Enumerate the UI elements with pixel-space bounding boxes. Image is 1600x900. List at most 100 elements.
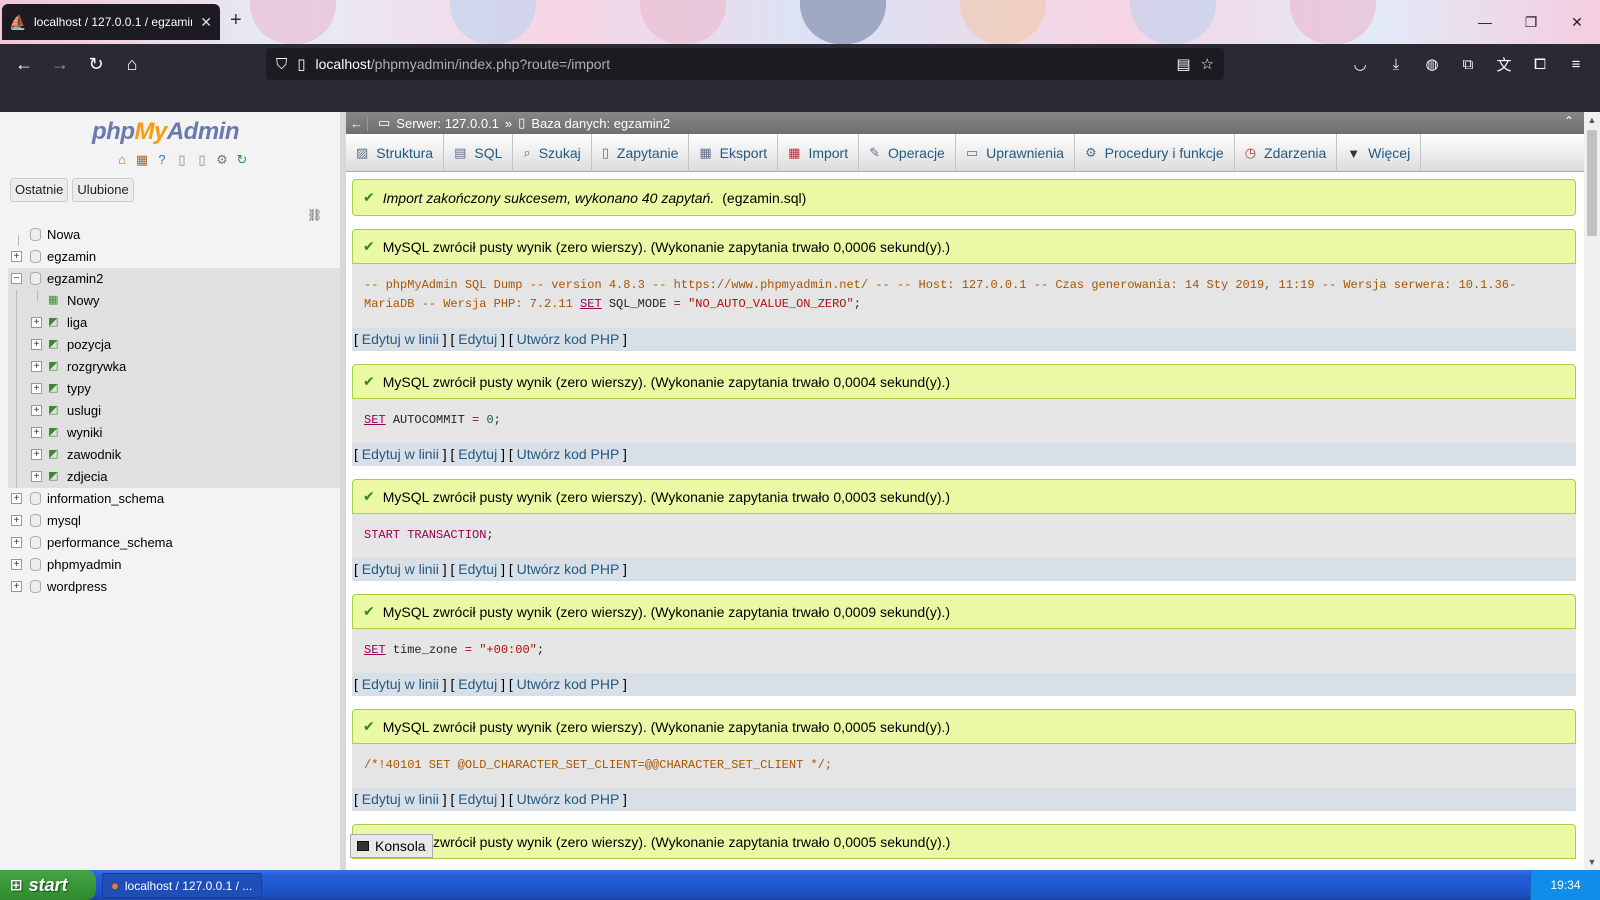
help-icon[interactable]: ? <box>154 152 170 168</box>
tree-label[interactable]: zdjecia <box>67 466 107 488</box>
expand-icon[interactable]: + <box>31 339 42 350</box>
bookmark-star-icon[interactable]: ☆ <box>1201 55 1214 73</box>
edit-inline-link[interactable]: Edytuj w linii <box>362 791 439 807</box>
expand-icon[interactable]: + <box>11 515 22 526</box>
tree-item-new-table[interactable]: ▦ Nowy <box>8 290 340 312</box>
expand-icon[interactable]: + <box>11 581 22 592</box>
create-php-code-link[interactable]: Utwórz kod PHP <box>517 791 619 807</box>
scroll-down-icon[interactable]: ▼ <box>1584 854 1600 870</box>
tab-uprawnienia[interactable]: ▭ Uprawnienia <box>956 134 1075 172</box>
home-icon[interactable]: ⌂ <box>114 152 130 168</box>
edit-inline-link[interactable]: Edytuj w linii <box>362 676 439 692</box>
tree-label[interactable]: phpmyadmin <box>47 554 121 576</box>
tree-label[interactable]: rozgrywka <box>67 356 126 378</box>
tree-label[interactable]: zawodnik <box>67 444 121 466</box>
tree-label[interactable]: mysql <box>47 510 81 532</box>
account-avatar-icon[interactable]: ◍ <box>1414 48 1450 80</box>
tab-struktura[interactable]: ▨ Struktura <box>346 134 445 172</box>
breadcrumb-server[interactable]: Serwer: 127.0.0.1 <box>396 116 499 131</box>
pocket-icon[interactable]: ◡ <box>1342 48 1378 80</box>
tree-item-new-db[interactable]: Nowa <box>8 224 340 246</box>
tab-wiecej[interactable]: ▼ Więcej <box>1337 134 1422 172</box>
url-text[interactable]: localhost/phpmyadmin/index.php?route=/im… <box>316 56 1167 72</box>
tree-item-table[interactable]: + ◩ zawodnik <box>8 444 340 466</box>
tree-label[interactable]: egzamin <box>47 246 96 268</box>
url-bar[interactable]: ⛉ ▯ localhost/phpmyadmin/index.php?route… <box>266 48 1224 80</box>
docs-copy-icon[interactable]: ▯ <box>194 152 210 168</box>
create-php-code-link[interactable]: Utwórz kod PHP <box>517 561 619 577</box>
expand-icon[interactable]: + <box>31 317 42 328</box>
tab-eksport[interactable]: ▦ Eksport <box>689 134 779 172</box>
create-php-code-link[interactable]: Utwórz kod PHP <box>517 676 619 692</box>
edit-inline-link[interactable]: Edytuj w linii <box>362 446 439 462</box>
tree-label[interactable]: Nowy <box>67 290 100 312</box>
console-toggle-button[interactable]: Konsola <box>350 834 433 858</box>
collapse-top-icon[interactable]: ⌃ <box>1564 114 1574 128</box>
tree-item-db-phpmyadmin[interactable]: + phpmyadmin <box>8 554 340 576</box>
tree-label[interactable]: performance_schema <box>47 532 173 554</box>
tab-zdarzenia[interactable]: ◷ Zdarzenia <box>1235 134 1338 172</box>
maximize-icon[interactable]: ❐ <box>1508 0 1554 44</box>
sql-keyword[interactable]: SET <box>364 413 386 427</box>
tree-label[interactable]: Nowa <box>47 224 80 246</box>
tree-item-db-wordpress[interactable]: + wordpress <box>8 576 340 598</box>
tab-operacje[interactable]: ✎ Operacje <box>859 134 956 172</box>
tree-label[interactable]: wordpress <box>47 576 107 598</box>
sql-keyword[interactable]: SET <box>364 643 386 657</box>
taskbar-firefox-window[interactable]: ● localhost / 127.0.0.1 / ... <box>102 873 262 898</box>
edit-link[interactable]: Edytuj <box>458 561 497 577</box>
new-tab-icon[interactable]: + <box>230 10 242 30</box>
documentation-icon[interactable]: ▯ <box>174 152 190 168</box>
expand-icon[interactable]: + <box>11 251 22 262</box>
system-tray-clock[interactable]: 19:34 <box>1530 870 1600 900</box>
downloads-icon[interactable]: ⤓ <box>1378 48 1414 80</box>
window-close-icon[interactable]: ✕ <box>1554 0 1600 44</box>
tree-item-db-performance-schema[interactable]: + performance_schema <box>8 532 340 554</box>
tree-label[interactable]: typy <box>67 378 91 400</box>
translate-icon[interactable]: 文 <box>1486 48 1522 80</box>
expand-icon[interactable]: + <box>31 383 42 394</box>
recent-tables-button[interactable]: Ostatnie <box>10 178 69 202</box>
main-scrollbar[interactable]: ▲ ▼ <box>1584 112 1600 870</box>
tab-zapytanie[interactable]: ▯ Zapytanie <box>592 134 690 172</box>
expand-icon[interactable]: + <box>31 471 42 482</box>
minimize-icon[interactable]: — <box>1462 0 1508 44</box>
phpmyadmin-logo[interactable]: phpMyAdmin <box>92 118 240 146</box>
back-arrow-icon[interactable]: ← <box>6 48 42 80</box>
tree-label[interactable]: wyniki <box>67 422 102 444</box>
tree-item-table[interactable]: + ◩ zdjecia <box>8 466 340 488</box>
tree-label[interactable]: uslugi <box>67 400 101 422</box>
tree-item-table[interactable]: + ◩ pozycja <box>8 334 340 356</box>
collapse-icon[interactable]: − <box>11 273 22 284</box>
breadcrumb-database[interactable]: Baza danych: egzamin2 <box>531 116 670 131</box>
tree-item-table[interactable]: + ◩ typy <box>8 378 340 400</box>
browser-tab-active[interactable]: ⛵ localhost / 127.0.0.1 / egzamin2 ✕ <box>2 4 220 40</box>
tree-label[interactable]: information_schema <box>47 488 164 510</box>
scrollbar-thumb[interactable] <box>1587 130 1597 236</box>
forward-arrow-icon[interactable]: → <box>42 48 78 80</box>
expand-icon[interactable]: + <box>31 427 42 438</box>
reload-nav-icon[interactable]: ↻ <box>234 152 250 168</box>
tree-label[interactable]: egzamin2 <box>47 268 103 290</box>
tree-item-db-information-schema[interactable]: + information_schema <box>8 488 340 510</box>
tab-sql[interactable]: ▤ SQL <box>444 134 514 172</box>
expand-icon[interactable]: + <box>11 493 22 504</box>
start-button[interactable]: ⊞ start <box>0 870 96 900</box>
expand-icon[interactable]: + <box>31 361 42 372</box>
tab-szukaj[interactable]: ⌕ Szukaj <box>513 134 592 172</box>
tree-label[interactable]: liga <box>67 312 87 334</box>
tab-import[interactable]: ▦ Import <box>778 134 860 172</box>
scroll-up-icon[interactable]: ▲ <box>1584 112 1600 128</box>
tree-item-db-egzamin[interactable]: + egzamin <box>8 246 340 268</box>
edit-link[interactable]: Edytuj <box>458 446 497 462</box>
close-tab-icon[interactable]: ✕ <box>200 14 212 31</box>
tree-item-db-egzamin2[interactable]: − egzamin2 <box>8 268 340 290</box>
menu-hamburger-icon[interactable]: ≡ <box>1558 48 1594 80</box>
expand-icon[interactable]: + <box>31 405 42 416</box>
edit-link[interactable]: Edytuj <box>458 676 497 692</box>
tree-item-table[interactable]: + ◩ wyniki <box>8 422 340 444</box>
expand-icon[interactable]: + <box>31 449 42 460</box>
shield-icon[interactable]: ⛉ <box>276 56 287 73</box>
tree-label[interactable]: pozycja <box>67 334 111 356</box>
create-php-code-link[interactable]: Utwórz kod PHP <box>517 331 619 347</box>
